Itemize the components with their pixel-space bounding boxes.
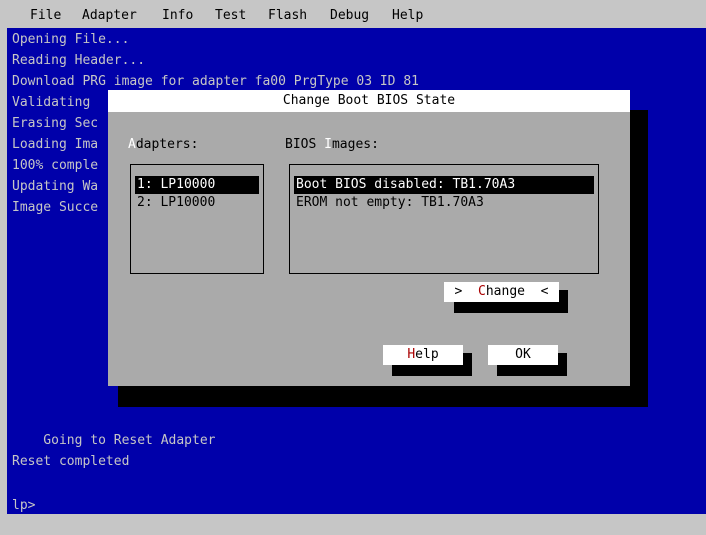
change-button-hotkey: C [478, 284, 486, 299]
menu-debug[interactable]: Debug [330, 8, 369, 24]
terminal-line: Erasing Sec [12, 116, 99, 131]
change-button-rest: hange < [485, 284, 549, 299]
terminal-line: Image Succe [12, 200, 99, 215]
menu-bar: File Adapter Info Test Flash Debug Help [0, 0, 706, 28]
menu-file[interactable]: File [30, 8, 61, 24]
bios-label-hotkey: I [324, 137, 332, 152]
menu-help[interactable]: Help [392, 8, 423, 24]
bios-label-text: mages: [331, 137, 379, 152]
help-button-hotkey: H [407, 347, 416, 362]
menu-info[interactable]: Info [162, 8, 193, 24]
adapters-label-hotkey: A [128, 137, 136, 152]
terminal-line: Updating Wa [12, 179, 99, 194]
bios-image-list-item[interactable]: Boot BIOS disabled: TB1.70A3 [294, 176, 594, 194]
terminal-line-reset: Going to Reset Adapter [12, 433, 216, 448]
change-button-left: > [454, 284, 479, 299]
change-button[interactable]: > Change < [444, 282, 559, 302]
change-boot-bios-dialog: Change Boot BIOS State Adapters: BIOS Im… [108, 90, 630, 386]
help-button[interactable]: Help [383, 345, 463, 365]
terminal-line: Download PRG image for adapter fa00 PrgT… [12, 74, 419, 89]
terminal-line: Loading Ima [12, 137, 99, 152]
terminal-line: Opening File... [12, 32, 130, 47]
adapter-list-item[interactable]: 2: LP10000 [135, 194, 259, 212]
menu-flash[interactable]: Flash [268, 8, 307, 24]
terminal-line: Reading Header... [12, 53, 146, 68]
adapters-listbox[interactable]: 1: LP10000 2: LP10000 [130, 164, 264, 274]
dialog-title: Change Boot BIOS State [282, 93, 456, 108]
menu-adapter[interactable]: Adapter [82, 8, 137, 24]
terminal-line: Validating [12, 95, 91, 110]
adapter-list-item[interactable]: 1: LP10000 [135, 176, 259, 194]
bios-label-pre: BIOS [285, 137, 325, 152]
bios-images-label: BIOS Images: [285, 137, 379, 153]
dialog-title-bar: Change Boot BIOS State [108, 90, 630, 112]
help-button-rest: elp [415, 347, 439, 362]
status-bar [0, 514, 706, 535]
menu-test[interactable]: Test [215, 8, 246, 24]
ok-button[interactable]: OK [488, 345, 558, 365]
terminal-line-reset-done: Reset completed [12, 454, 130, 469]
command-prompt[interactable]: lp> [12, 498, 35, 514]
bios-image-list-item[interactable]: EROM not empty: TB1.70A3 [294, 194, 594, 212]
terminal-line: 100% comple [12, 158, 99, 173]
adapters-label-text: dapters: [135, 137, 199, 152]
bios-images-listbox[interactable]: Boot BIOS disabled: TB1.70A3 EROM not em… [289, 164, 599, 274]
adapters-label: Adapters: [128, 137, 198, 153]
